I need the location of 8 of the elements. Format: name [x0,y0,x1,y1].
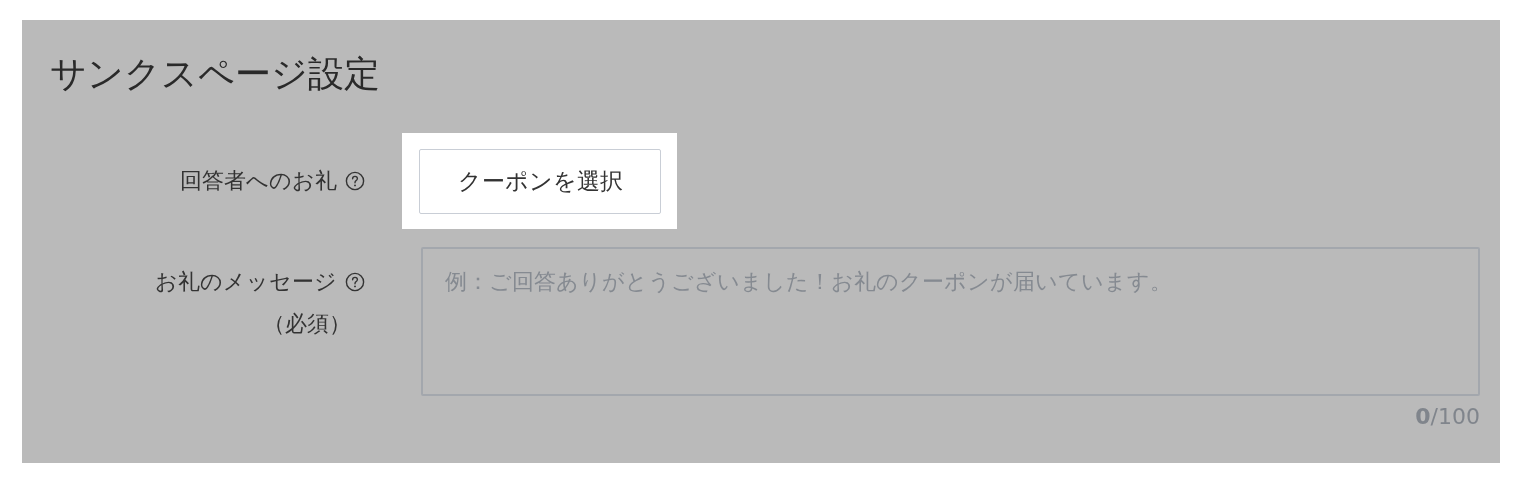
help-icon[interactable] [345,171,365,191]
field-label: 回答者へのお礼 [180,167,337,195]
character-counter: 0/100 [1415,403,1480,431]
help-icon[interactable] [345,272,365,292]
select-coupon-button[interactable]: クーポンを選択 [419,149,661,214]
section-title: サンクスページ設定 [50,52,381,96]
required-note: （必須） [263,310,351,338]
field-label: お礼のメッセージ [155,268,337,296]
